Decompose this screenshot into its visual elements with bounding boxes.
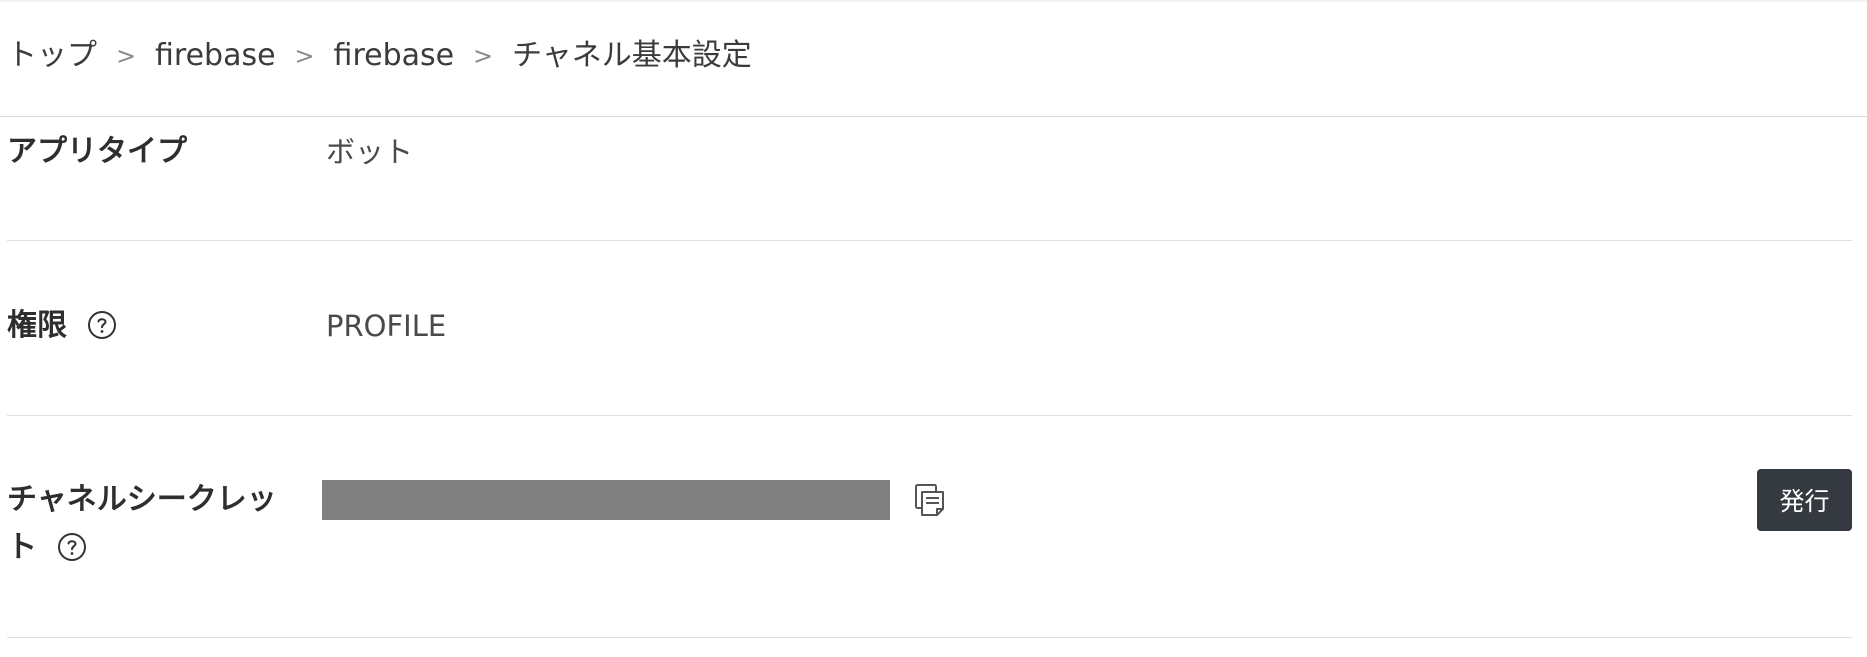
channel-secret-masked-value	[322, 480, 890, 520]
copy-icon[interactable]	[914, 483, 946, 517]
breadcrumb-item-provider[interactable]: firebase	[155, 36, 276, 76]
top-border	[0, 0, 1867, 2]
channel-secret-label-line2-group: ト	[7, 524, 87, 572]
header-divider	[0, 116, 1867, 117]
breadcrumb-item-top[interactable]: トップ	[7, 36, 97, 76]
breadcrumb-item-channel[interactable]: firebase	[334, 36, 455, 76]
row-divider	[7, 240, 1852, 241]
breadcrumb: トップ > firebase > firebase > チャネル基本設定	[7, 36, 752, 76]
breadcrumb-separator: >	[473, 42, 494, 70]
app-type-label: アプリタイプ	[7, 134, 187, 169]
channel-secret-label-line2: ト	[7, 530, 37, 565]
row-divider	[7, 415, 1852, 416]
breadcrumb-item-current: チャネル基本設定	[512, 38, 752, 73]
breadcrumb-separator: >	[294, 42, 315, 70]
permission-label-group: 権限	[7, 302, 117, 350]
channel-settings-page: トップ > firebase > firebase > チャネル基本設定 アプリ…	[0, 0, 1867, 657]
permission-value: PROFILE	[326, 309, 447, 343]
row-divider	[7, 637, 1852, 638]
issue-secret-button[interactable]: 発行	[1757, 469, 1852, 531]
channel-secret-label-line1: チャネルシークレッ	[7, 482, 277, 517]
app-type-value: ボット	[326, 135, 414, 169]
question-circle-icon[interactable]	[87, 310, 117, 340]
permission-label: 権限	[7, 308, 67, 343]
breadcrumb-separator: >	[115, 42, 137, 70]
question-circle-icon[interactable]	[57, 532, 87, 562]
